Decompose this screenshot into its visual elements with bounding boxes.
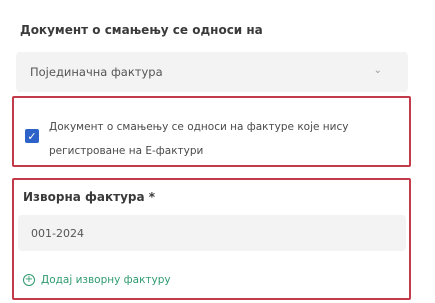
document-reference-label: Документ о смањењу се односи на bbox=[20, 23, 263, 37]
source-invoice-value: 001-2024 bbox=[31, 226, 84, 240]
plus-circle-icon: + bbox=[23, 274, 35, 286]
unregistered-invoices-box: ✓ Документ о смањењу се односи на фактур… bbox=[12, 96, 411, 167]
document-reference-selected-value: Појединачна фактура bbox=[30, 65, 163, 79]
add-source-invoice-link[interactable]: + Додај изворну фактуру bbox=[23, 274, 171, 286]
document-reference-select[interactable]: Појединачна фактура ⌄ bbox=[16, 52, 408, 92]
checkmark-icon: ✓ bbox=[27, 129, 37, 143]
source-invoice-input[interactable]: 001-2024 bbox=[18, 215, 406, 251]
source-invoice-label: Изворна фактура * bbox=[23, 190, 156, 204]
source-invoice-box: Изворна фактура * 001-2024 + Додај извор… bbox=[12, 178, 411, 300]
unregistered-invoices-checkbox-label[interactable]: Документ о смањењу се односи на фактуре … bbox=[49, 115, 409, 163]
unregistered-invoices-checkbox[interactable]: ✓ bbox=[25, 129, 39, 143]
add-source-invoice-label: Додај изворну фактуру bbox=[41, 274, 171, 286]
chevron-down-icon: ⌄ bbox=[373, 65, 382, 76]
